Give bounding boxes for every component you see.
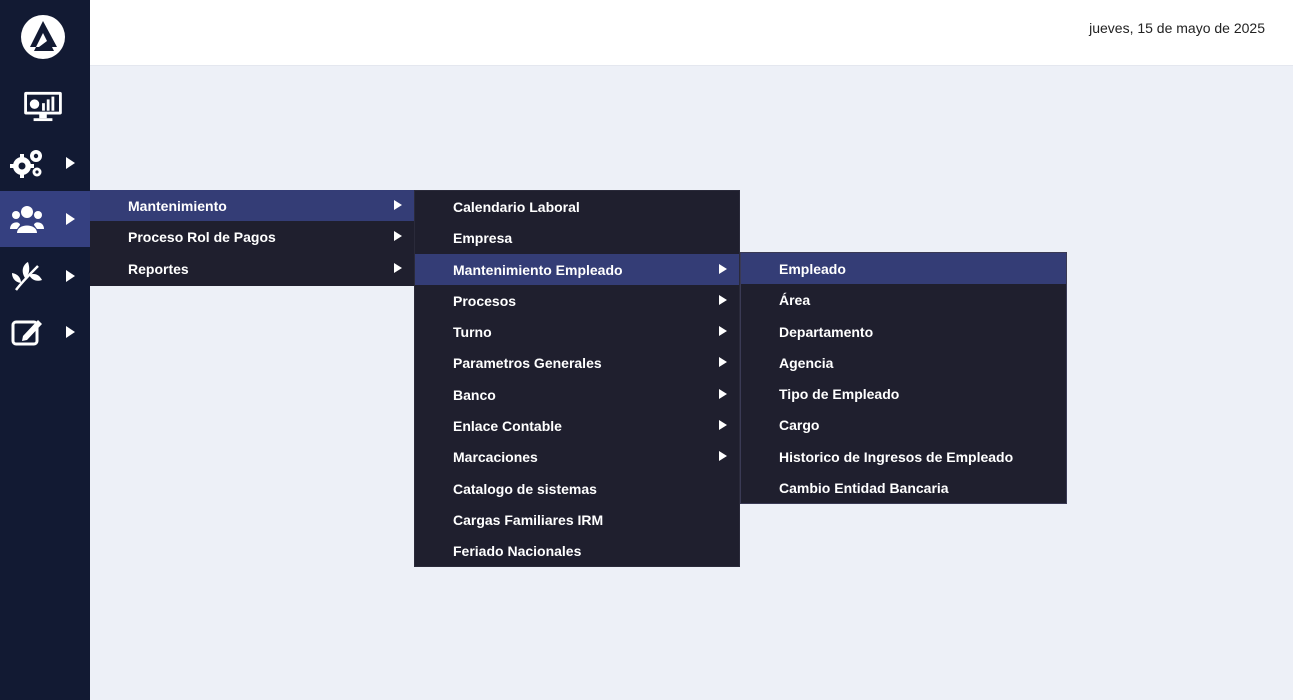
submenu-arrow-icon	[394, 262, 402, 273]
menu-item-label: Catalogo de sistemas	[453, 480, 597, 497]
submenu-arrow-icon	[66, 157, 75, 169]
menu-item-marcaciones[interactable]: Marcaciones	[415, 441, 739, 472]
sidebar-item-settings[interactable]	[0, 135, 90, 191]
menu-item-feriado-nacionales[interactable]: Feriado Nacionales	[415, 535, 739, 566]
edit-note-icon	[11, 320, 42, 346]
sidebar-item-nature[interactable]	[0, 248, 90, 304]
menu-item-departamento[interactable]: Departamento	[741, 316, 1066, 347]
menu-item-agencia[interactable]: Agencia	[741, 347, 1066, 378]
submenu-arrow-icon	[719, 263, 727, 274]
sidebar-item-employees[interactable]	[0, 191, 90, 247]
menu-item-label: Mantenimiento Empleado	[453, 261, 623, 278]
sidebar-item-dashboard[interactable]	[0, 78, 90, 134]
gears-icon	[10, 150, 42, 178]
menu-item-banco[interactable]: Banco	[415, 379, 739, 410]
submenu-arrow-icon	[719, 357, 727, 368]
menu-item-label: Enlace Contable	[453, 418, 562, 435]
menu-item-calendario-laboral[interactable]: Calendario Laboral	[415, 191, 739, 222]
menu-item-label: Banco	[453, 386, 496, 403]
menu-item-label: Calendario Laboral	[453, 199, 580, 215]
submenu-level-3: Empleado Área Departamento Agencia Tipo …	[740, 252, 1067, 504]
menu-item-label: Cambio Entidad Bancaria	[779, 480, 949, 497]
menu-item-empleado[interactable]: Empleado	[741, 253, 1066, 285]
menu-item-enlace-contable[interactable]: Enlace Contable	[415, 410, 739, 441]
menu-item-label: Cargo	[779, 417, 820, 434]
menu-item-catalogo-de-sistemas[interactable]: Catalogo de sistemas	[415, 473, 739, 504]
submenu-arrow-icon	[66, 213, 75, 225]
sidebar	[0, 0, 90, 700]
menu-item-label: Cargas Familiares IRM	[453, 511, 604, 528]
menu-item-label: Parametros Generales	[453, 355, 602, 372]
menu-item-label: Marcaciones	[453, 449, 538, 466]
menu-item-label: Reportes	[128, 260, 189, 277]
dashboard-monitor-icon	[24, 91, 62, 122]
menu-item-mantenimiento[interactable]: Mantenimiento	[90, 190, 414, 222]
current-date: jueves, 15 de mayo de 2025	[1089, 20, 1265, 36]
menu-item-label: Área	[779, 292, 811, 309]
submenu-arrow-icon	[394, 231, 402, 242]
menu-item-cargo[interactable]: Cargo	[741, 409, 1066, 440]
menu-item-label: Empresa	[453, 230, 513, 247]
menu-item-proceso-rol-de-pagos[interactable]: Proceso Rol de Pagos	[90, 221, 414, 252]
menu-item-label: Empleado	[779, 261, 846, 277]
menu-item-empresa[interactable]: Empresa	[415, 222, 739, 253]
menu-item-procesos[interactable]: Procesos	[415, 285, 739, 316]
menu-item-label: Tipo de Empleado	[779, 386, 900, 403]
menu-item-parametros-generales[interactable]: Parametros Generales	[415, 347, 739, 378]
submenu-arrow-icon	[719, 326, 727, 337]
menu-item-cambio-entidad-bancaria[interactable]: Cambio Entidad Bancaria	[741, 472, 1066, 503]
app-logo[interactable]	[20, 14, 66, 60]
submenu-arrow-icon	[66, 326, 75, 338]
menu-item-mantenimiento-empleado[interactable]: Mantenimiento Empleado	[415, 253, 739, 285]
users-group-icon	[10, 206, 44, 233]
menu-item-label: Agencia	[779, 354, 834, 371]
menu-item-label: Turno	[453, 324, 492, 341]
menu-item-cargas-familiares-irm[interactable]: Cargas Familiares IRM	[415, 504, 739, 535]
submenu-level-2: Calendario Laboral Empresa Mantenimiento…	[414, 190, 740, 567]
menu-item-label: Proceso Rol de Pagos	[128, 229, 276, 246]
submenu-arrow-icon	[719, 388, 727, 399]
menu-item-tipo-de-empleado[interactable]: Tipo de Empleado	[741, 378, 1066, 409]
menu-item-label: Departamento	[779, 323, 874, 340]
sidebar-item-edit[interactable]	[0, 304, 90, 360]
submenu-arrow-icon	[719, 451, 727, 462]
submenu-arrow-icon	[719, 420, 727, 431]
menu-item-label: Historico de Ingresos de Empleado	[779, 448, 1014, 465]
menu-item-label: Mantenimiento	[128, 198, 227, 214]
leaf-plant-icon	[12, 262, 42, 291]
menu-item-historico-de-ingresos-de-empleado[interactable]: Historico de Ingresos de Empleado	[741, 441, 1066, 472]
submenu-arrow-icon	[66, 270, 75, 282]
menu-item-area[interactable]: Área	[741, 284, 1066, 315]
menu-item-reportes[interactable]: Reportes	[90, 253, 414, 284]
menu-item-label: Procesos	[453, 292, 517, 309]
submenu-arrow-icon	[394, 200, 402, 210]
menu-item-label: Feriado Nacionales	[453, 543, 582, 560]
submenu-level-1: Mantenimiento Proceso Rol de Pagos Repor…	[90, 190, 414, 286]
submenu-arrow-icon	[719, 294, 727, 305]
top-header: jueves, 15 de mayo de 2025	[90, 0, 1293, 66]
menu-item-turno[interactable]: Turno	[415, 316, 739, 347]
